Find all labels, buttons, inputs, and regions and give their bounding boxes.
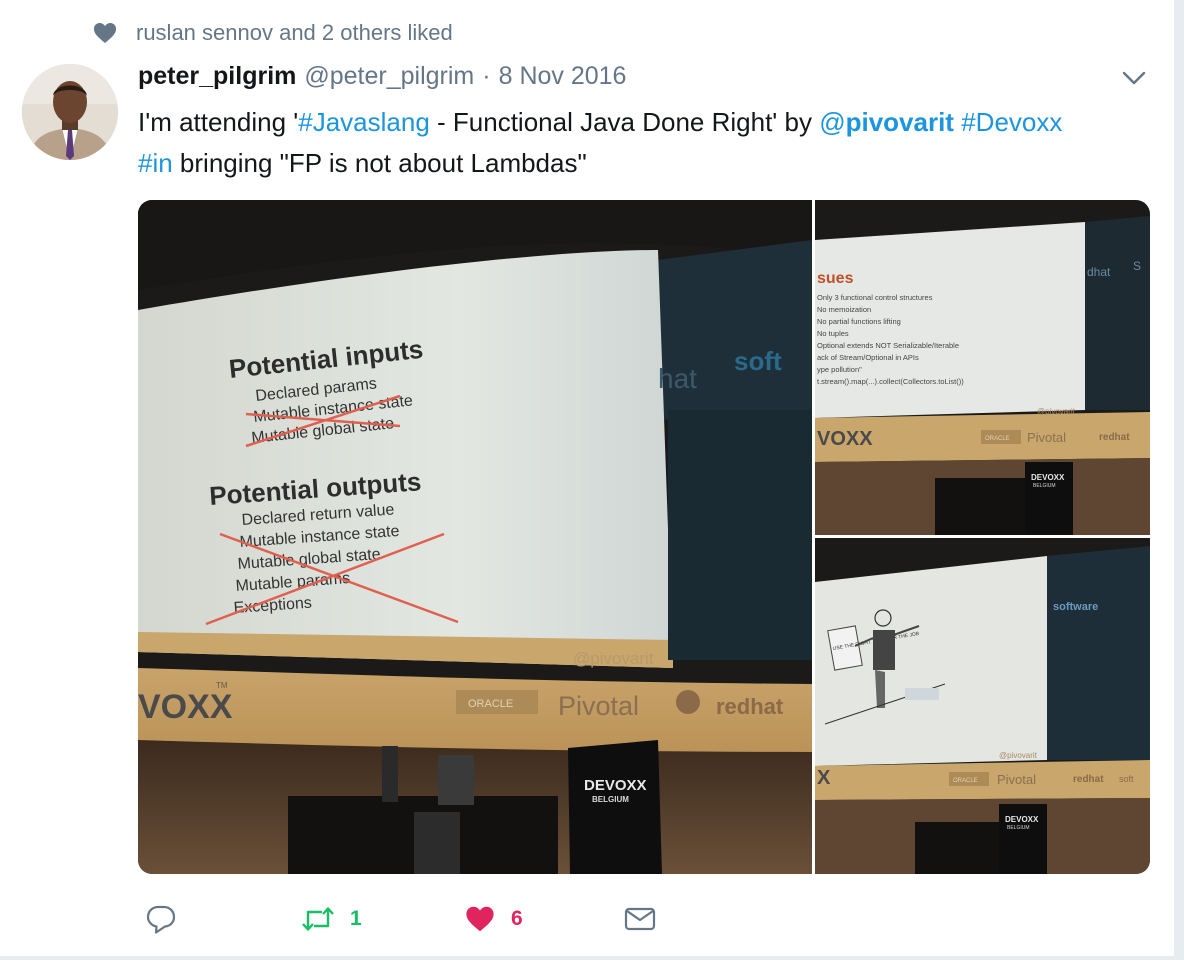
svg-text:Only 3 functional control stru: Only 3 functional control structures	[817, 293, 933, 302]
svg-text:DEVOXX: DEVOXX	[584, 777, 647, 794]
svg-text:@pivovarit: @pivovarit	[573, 649, 654, 668]
svg-text:BELGIUM: BELGIUM	[1033, 483, 1056, 489]
svg-text:@pivovarit: @pivovarit	[1037, 407, 1076, 416]
social-context: ruslan sennov and 2 others liked	[92, 18, 453, 48]
hashtag-devoxx[interactable]: #Devoxx	[961, 107, 1062, 137]
svg-text:ack of Stream/Optional in APIs: ack of Stream/Optional in APIs	[817, 353, 919, 362]
media-grid: Potential inputs Declared params Mutable…	[138, 200, 1150, 874]
svg-text:Pivotal: Pivotal	[558, 691, 639, 721]
tweet-date[interactable]: 8 Nov 2016	[499, 62, 627, 91]
reply-icon	[146, 905, 176, 934]
svg-text:redhat: redhat	[1099, 432, 1130, 443]
tweet-divider	[0, 956, 1184, 960]
heart-icon	[93, 23, 117, 43]
svg-text:soft: soft	[1119, 774, 1134, 784]
svg-text:@pivovarit: @pivovarit	[999, 751, 1038, 760]
svg-text:t.stream().map(...).collect(Co: t.stream().map(...).collect(Collectors.t…	[817, 377, 964, 386]
photo-bottom-right[interactable]: USE THE RIGHT TOOL FOR THE JOB @pivovari…	[815, 538, 1150, 874]
svg-text:software: software	[1053, 601, 1098, 613]
author-handle[interactable]: @peter_pilgrim	[304, 62, 474, 91]
svg-text:TM: TM	[216, 681, 228, 690]
like-button[interactable]: 6	[463, 898, 523, 940]
svg-text:soft: soft	[734, 346, 782, 376]
tweet-text: I'm attending '#Javaslang - Functional J…	[138, 107, 1063, 178]
svg-text:Pivotal: Pivotal	[1027, 430, 1066, 445]
mention-pivovarit[interactable]: @pivovarit	[819, 107, 954, 137]
like-count: 6	[511, 907, 523, 930]
social-context-text[interactable]: ruslan sennov and 2 others liked	[136, 20, 453, 46]
svg-text:No memoization: No memoization	[817, 305, 871, 314]
svg-text:sues: sues	[817, 270, 854, 287]
header-separator: ·	[482, 62, 491, 90]
svg-text:Pivotal: Pivotal	[997, 772, 1036, 787]
svg-text:ORACLE: ORACLE	[985, 436, 1010, 442]
hashtag-javaslang[interactable]: #Javaslang	[298, 107, 430, 137]
svg-text:No tuples: No tuples	[817, 329, 849, 338]
retweet-count: 1	[350, 907, 362, 930]
svg-text:No partial functions lifting: No partial functions lifting	[817, 317, 901, 326]
retweet-button[interactable]: 1	[300, 898, 362, 940]
svg-text:VOXX: VOXX	[817, 428, 873, 450]
svg-text:DEVOXX: DEVOXX	[1031, 473, 1065, 482]
svg-text:Optional extends NOT Serializa: Optional extends NOT Serializable/Iterab…	[817, 341, 959, 350]
heart-icon	[466, 906, 494, 932]
svg-text:redhat: redhat	[1073, 774, 1104, 785]
hashtag-in[interactable]: #in	[138, 148, 173, 178]
retweet-icon	[302, 907, 334, 931]
svg-text:ype pollution": ype pollution"	[817, 365, 862, 374]
svg-text:S: S	[1133, 259, 1141, 273]
tweet-header: peter_pilgrim @peter_pilgrim · 8 Nov 201…	[138, 62, 626, 96]
svg-text:dhat: dhat	[1087, 265, 1111, 279]
author-name[interactable]: peter_pilgrim	[138, 62, 296, 91]
svg-text:DEVOXX: DEVOXX	[1005, 815, 1039, 824]
svg-text:redhat: redhat	[716, 694, 784, 719]
svg-text:X: X	[817, 767, 831, 789]
photo-main[interactable]: Potential inputs Declared params Mutable…	[138, 200, 812, 874]
tweet-actions: 1 6	[145, 898, 705, 940]
svg-text:BELGIUM: BELGIUM	[1007, 825, 1030, 831]
timeline-border	[1174, 0, 1184, 960]
svg-text:hat: hat	[658, 363, 697, 394]
reply-button[interactable]	[145, 898, 177, 940]
svg-text:ORACLE: ORACLE	[468, 698, 513, 710]
direct-message-button[interactable]	[623, 898, 657, 940]
svg-text:ORACLE: ORACLE	[953, 778, 978, 784]
svg-text:BELGIUM: BELGIUM	[592, 795, 629, 804]
avatar[interactable]	[22, 64, 118, 160]
svg-text:VOXX: VOXX	[138, 688, 233, 726]
envelope-icon	[624, 907, 656, 931]
photo-top-right[interactable]: sues Only 3 functional control structure…	[815, 200, 1150, 535]
chevron-down-icon[interactable]	[1120, 66, 1148, 90]
